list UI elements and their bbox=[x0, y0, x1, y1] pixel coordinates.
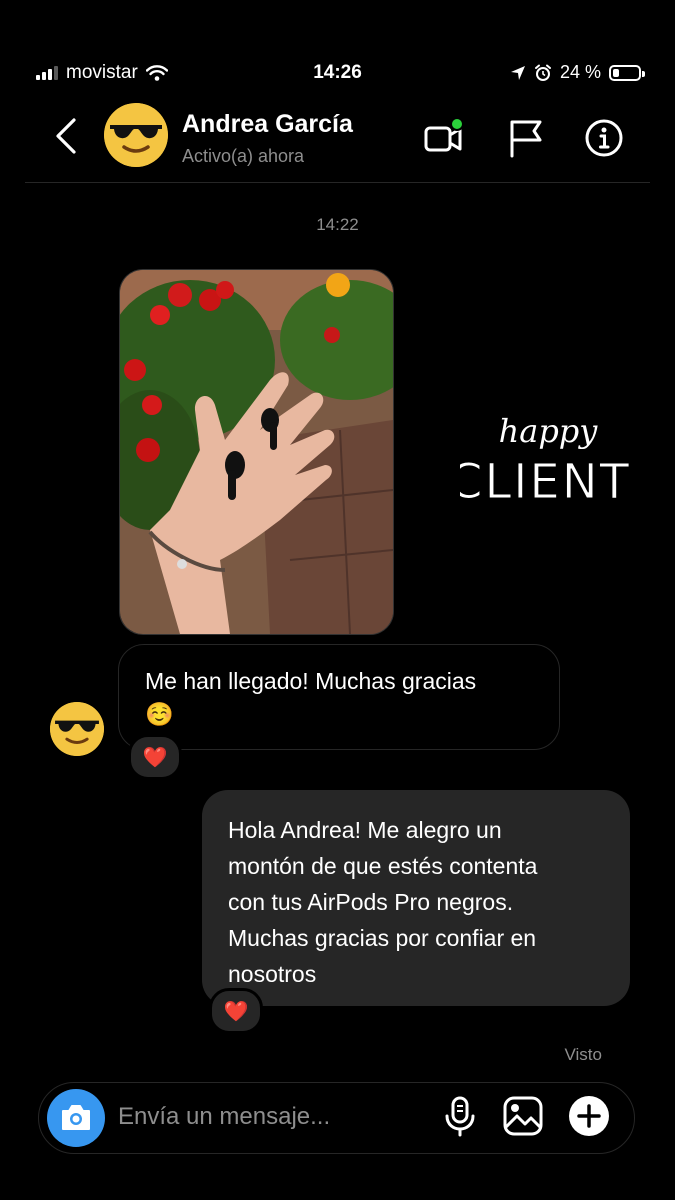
sender-avatar[interactable] bbox=[50, 702, 104, 756]
svg-text:happy: happy bbox=[499, 412, 599, 450]
back-icon[interactable] bbox=[52, 116, 80, 156]
microphone-icon[interactable] bbox=[438, 1094, 482, 1138]
outgoing-line: montón de que estés contenta bbox=[228, 853, 538, 879]
outgoing-line: con tus AirPods Pro negros. bbox=[228, 889, 514, 915]
heart-reaction[interactable]: ❤️ bbox=[209, 988, 263, 1034]
outgoing-line: Muchas gracias por confiar en bbox=[228, 925, 537, 951]
message-timestamp: 14:22 bbox=[316, 215, 359, 234]
alarm-icon bbox=[534, 64, 551, 81]
shared-photo[interactable] bbox=[119, 269, 394, 635]
happy-client-sticker: happy CLIENT bbox=[460, 412, 630, 511]
relieved-emoji-icon: ☺️ bbox=[145, 701, 174, 727]
outgoing-line: nosotros bbox=[228, 961, 317, 987]
battery-percent: 24 % bbox=[559, 62, 601, 82]
heart-icon: ❤️ bbox=[223, 1000, 249, 1023]
heart-reaction[interactable]: ❤️ bbox=[128, 734, 182, 780]
incoming-message[interactable]: Me han llegado! Muchas gracias ☺️ bbox=[118, 644, 560, 750]
avatar[interactable] bbox=[104, 103, 168, 167]
flag-icon[interactable] bbox=[504, 116, 548, 160]
camera-icon bbox=[62, 1105, 90, 1130]
sunglasses-emoji-icon bbox=[50, 702, 104, 756]
signal-icon bbox=[36, 66, 58, 80]
carrier-name: movistar bbox=[66, 62, 138, 83]
incoming-message-text: Me han llegado! Muchas gracias bbox=[145, 668, 477, 694]
video-call-icon[interactable] bbox=[422, 116, 466, 160]
status-carrier: movistar bbox=[36, 62, 168, 84]
contact-name[interactable]: Andrea García bbox=[182, 110, 353, 139]
outgoing-line: Hola Andrea! Me alegro un bbox=[228, 817, 502, 843]
location-icon bbox=[510, 65, 525, 80]
header-divider bbox=[25, 182, 650, 183]
camera-button[interactable] bbox=[47, 1089, 105, 1147]
wifi-icon bbox=[145, 65, 168, 81]
seen-indicator: Visto bbox=[564, 1045, 603, 1064]
svg-text:CLIENT: CLIENT bbox=[460, 454, 630, 510]
battery-icon bbox=[609, 64, 645, 81]
info-icon[interactable] bbox=[582, 116, 626, 160]
sunglasses-emoji-icon bbox=[104, 103, 168, 167]
status-right: 24 % bbox=[510, 62, 645, 83]
outgoing-message[interactable]: Hola Andrea! Me alegro un montón de que … bbox=[202, 790, 630, 1006]
gallery-icon[interactable] bbox=[501, 1094, 545, 1138]
contact-status: Activo(a) ahora bbox=[182, 146, 305, 166]
plus-icon[interactable] bbox=[567, 1094, 611, 1138]
message-input[interactable] bbox=[118, 1100, 428, 1134]
heart-icon: ❤️ bbox=[142, 746, 168, 769]
